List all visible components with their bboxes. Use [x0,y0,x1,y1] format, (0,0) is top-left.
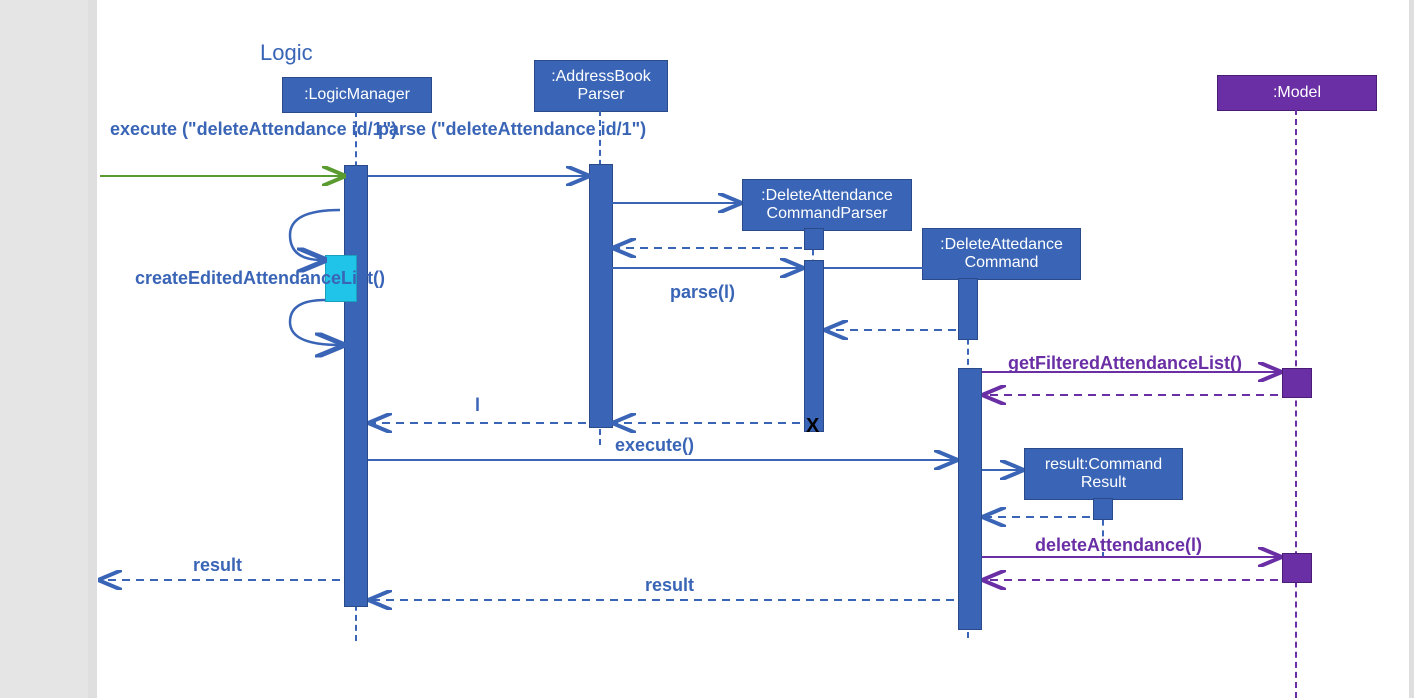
activation-dac-create [958,278,978,340]
msg-execute-in: execute ("deleteAttendance id/1") [110,119,397,140]
activation-model-get [1282,368,1312,398]
msg-result-out: result [193,555,242,576]
msg-create-edited: createEditedAttendanceList() [135,268,385,289]
lifeline-logic-manager: :LogicManager [282,77,432,113]
activation-dacp-head [804,228,824,250]
destroy-mark: X [806,415,819,438]
lifeline-line-model [1295,109,1297,698]
msg-parse-l: parse(l) [670,282,735,303]
lifeline-model: :Model [1217,75,1377,111]
lifeline-delete-attendance-command: :DeleteAttedance Command [922,228,1081,280]
page-edge-left [88,0,97,698]
msg-execute: execute() [615,435,694,456]
activation-cr [1093,498,1113,520]
activation-model-delete [1282,553,1312,583]
diagram-title: Logic [260,40,313,65]
lifeline-delete-attendance-command-parser: :DeleteAttendance CommandParser [742,179,912,231]
msg-parse-cmd: parse ("deleteAttendance id/1") [378,119,646,140]
lifeline-command-result: result:Command Result [1024,448,1183,500]
lifeline-addressbook-parser: :AddressBook Parser [534,60,668,112]
activation-logic-manager [344,165,368,607]
msg-get-filtered: getFilteredAttendanceList() [1008,353,1242,374]
msg-delete-attendance: deleteAttendance(l) [1035,535,1202,556]
msg-return-l: l [475,395,480,416]
activation-dac-execute [958,368,982,630]
page-edge-right [1409,0,1414,698]
activation-dacp-main [804,260,824,432]
msg-result-back: result [645,575,694,596]
activation-addressbook-parser [589,164,613,428]
diagram-canvas: Logic :LogicManager :AddressBook Parser … [0,0,1414,698]
